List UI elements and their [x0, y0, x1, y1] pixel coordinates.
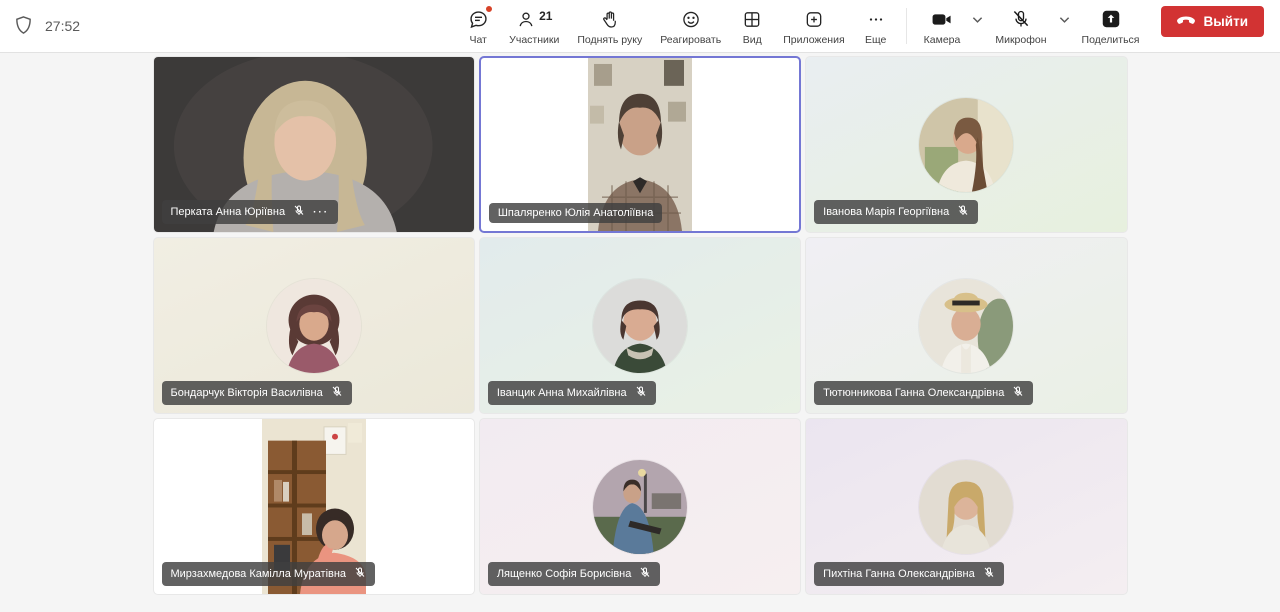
participant-name-label: Тютюнникова Ганна Олександрівна	[814, 381, 1034, 405]
avatar	[592, 459, 687, 554]
chat-icon	[468, 4, 493, 32]
participant-name-label: Лященко Софія Борисівна	[487, 562, 661, 586]
participant-tile[interactable]: Іванова Марія Георгіївна	[805, 56, 1128, 233]
mic-muted-icon	[293, 204, 305, 220]
participants-button[interactable]: 21 Участники	[500, 4, 568, 49]
participant-name: Тютюнникова Ганна Олександрівна	[823, 387, 1005, 399]
meeting-stage: Перката Анна Юріївна ··· Шпаляренко Юлія…	[0, 53, 1280, 612]
camera-icon	[930, 7, 954, 32]
meeting-toolbar: 27:52 Чат 21 Участники Поднять руку Реаг…	[0, 0, 1280, 53]
mic-options-chevron[interactable]	[1056, 9, 1073, 31]
participant-name: Іванцик Анна Михайлівна	[496, 387, 627, 399]
apps-plus-icon	[804, 7, 824, 32]
mic-muted-icon	[983, 566, 995, 582]
chat-notification-dot	[484, 4, 493, 13]
participant-name: Шпаляренко Юлія Анатоліївна	[497, 207, 654, 219]
view-button[interactable]: Вид	[730, 4, 774, 49]
avatar	[919, 278, 1014, 373]
mic-muted-icon	[957, 204, 969, 220]
share-label: Поделиться	[1081, 33, 1140, 46]
camera-button[interactable]: Камера	[915, 4, 970, 49]
toolbar-actions: Чат 21 Участники Поднять руку Реагироват…	[456, 4, 1272, 49]
participant-tile[interactable]: Мирзахмедова Камілла Муратівна	[152, 418, 475, 595]
camera-label: Камера	[923, 33, 961, 46]
participant-tile[interactable]: Тютюнникова Ганна Олександрівна	[805, 237, 1128, 414]
leave-label: Выйти	[1203, 13, 1249, 29]
participant-name: Іванова Марія Георгіївна	[823, 206, 950, 218]
mic-muted-icon	[635, 385, 647, 401]
participants-count: 21	[539, 8, 553, 23]
mic-muted-icon	[1011, 7, 1031, 32]
raise-hand-button[interactable]: Поднять руку	[568, 4, 651, 49]
hangup-icon	[1176, 14, 1195, 29]
participant-tile[interactable]: Пихтіна Ганна Олександрівна	[805, 418, 1128, 595]
more-button[interactable]: Еще	[854, 4, 898, 49]
participant-name: Перката Анна Юріївна	[170, 206, 286, 218]
participant-tile[interactable]: Перката Анна Юріївна ···	[152, 56, 475, 233]
avatar	[919, 97, 1014, 192]
chat-label: Чат	[469, 33, 487, 46]
mic-muted-icon	[639, 566, 651, 582]
toolbar-divider	[905, 8, 907, 44]
shield-icon	[14, 15, 33, 38]
react-label: Реагировать	[660, 33, 722, 46]
more-label: Еще	[864, 33, 887, 46]
chat-button[interactable]: Чат	[456, 4, 500, 49]
participant-name-label: Шпаляренко Юлія Анатоліївна	[488, 203, 663, 223]
view-label: Вид	[742, 33, 762, 46]
more-options-icon[interactable]: ···	[313, 207, 329, 218]
mic-muted-icon	[354, 566, 366, 582]
participant-tile[interactable]: Лященко Софія Борисівна	[478, 418, 802, 595]
participant-tile[interactable]: Шпаляренко Юлія Анатоліївна	[478, 56, 802, 233]
participant-name-label: Мирзахмедова Камілла Муратівна	[161, 562, 376, 586]
share-button[interactable]: Поделиться	[1073, 4, 1149, 49]
participant-name-label: Іванцик Анна Михайлівна	[487, 381, 656, 405]
mic-muted-icon	[331, 385, 343, 401]
avatar	[266, 278, 361, 373]
participants-icon: 21	[516, 7, 552, 32]
react-button[interactable]: Реагировать	[651, 4, 730, 49]
ellipsis-icon	[866, 7, 886, 32]
participant-tile[interactable]: Іванцик Анна Михайлівна	[478, 237, 802, 414]
participant-name: Пихтіна Ганна Олександрівна	[823, 568, 975, 580]
apps-button[interactable]: Приложения	[774, 4, 853, 49]
participant-tile[interactable]: Бондарчук Вікторія Василівна	[152, 237, 475, 414]
participant-name: Бондарчук Вікторія Василівна	[170, 387, 323, 399]
participants-label: Участники	[509, 33, 560, 46]
timer-value: 27:52	[45, 18, 81, 34]
share-screen-icon	[1100, 7, 1122, 32]
mic-label: Микрофон	[995, 33, 1047, 46]
mic-button[interactable]: Микрофон	[986, 4, 1055, 49]
leave-button[interactable]: Выйти	[1160, 5, 1264, 37]
avatar	[592, 278, 687, 373]
participant-name-label: Пихтіна Ганна Олександрівна	[814, 562, 1004, 586]
smiley-icon	[681, 7, 701, 32]
participant-name: Лященко Софія Борисівна	[496, 568, 632, 580]
participant-name-label: Перката Анна Юріївна ···	[161, 200, 339, 224]
participant-grid: Перката Анна Юріївна ··· Шпаляренко Юлія…	[152, 53, 1128, 595]
mic-muted-icon	[1012, 385, 1024, 401]
participant-name-label: Бондарчук Вікторія Василівна	[161, 381, 352, 405]
participant-name: Мирзахмедова Камілла Муратівна	[170, 568, 347, 580]
grid-view-icon	[742, 7, 762, 32]
participant-name-label: Іванова Марія Георгіївна	[814, 200, 979, 224]
camera-options-chevron[interactable]	[969, 9, 986, 31]
avatar	[919, 459, 1014, 554]
raise-hand-label: Поднять руку	[577, 33, 643, 46]
apps-label: Приложения	[783, 33, 845, 46]
meeting-timer: 27:52	[14, 15, 80, 38]
raise-hand-icon	[600, 7, 620, 32]
